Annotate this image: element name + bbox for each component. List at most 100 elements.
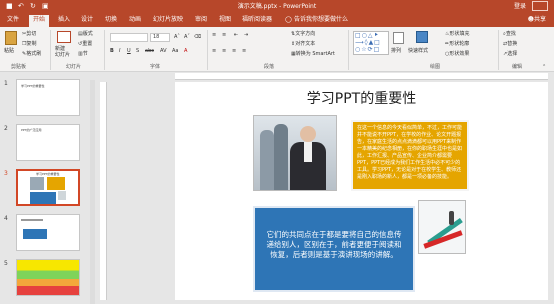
slide-thumbnail-1[interactable]: 学习PPT的重要性 bbox=[16, 79, 80, 116]
collapse-ribbon-icon[interactable]: ⌃ bbox=[542, 64, 546, 70]
section-label: 节 bbox=[82, 51, 88, 57]
paste-icon[interactable] bbox=[5, 31, 17, 45]
shape-fill-button[interactable]: ♨形状填充 bbox=[445, 31, 470, 37]
comparison-text-box[interactable]: 它们的共同点在于都是要将自己的信息传递给别人，区别在于，前者更便于阅读和恢复，后… bbox=[253, 206, 415, 292]
change-case-icon[interactable]: Aa bbox=[172, 48, 178, 54]
font-color-icon[interactable]: A bbox=[184, 48, 187, 54]
align-right-icon[interactable]: ≡ bbox=[232, 48, 236, 54]
ribbon-display-options-button[interactable] bbox=[532, 1, 548, 11]
underline-button[interactable]: U bbox=[127, 48, 131, 54]
tab-insert[interactable]: 插入 bbox=[58, 15, 70, 25]
new-slide-icon[interactable] bbox=[57, 31, 71, 43]
share-button[interactable]: ☻共享 bbox=[528, 15, 546, 25]
tab-view[interactable]: 视图 bbox=[219, 15, 231, 25]
arrange-button[interactable]: 排列 bbox=[391, 48, 401, 54]
strikethrough-button[interactable]: abc bbox=[145, 48, 154, 54]
font-size-select[interactable]: 18 bbox=[150, 33, 170, 42]
decrease-indent-icon[interactable]: ⇤ bbox=[234, 32, 238, 38]
smartart-button[interactable]: ▦转换为 SmartArt bbox=[291, 51, 335, 57]
thumbnail-title: PPT的广泛应用 bbox=[21, 128, 42, 132]
thumbnail-image bbox=[58, 191, 66, 200]
slide-thumbnail-3[interactable]: 学习PPT的重要性 bbox=[16, 169, 80, 206]
business-people-photo[interactable] bbox=[253, 115, 337, 191]
tab-home[interactable]: 开始 bbox=[29, 15, 50, 27]
smartart-label: 转换为 SmartArt bbox=[295, 51, 335, 57]
copy-label: 复制 bbox=[26, 41, 37, 47]
bold-button[interactable]: B bbox=[110, 48, 114, 54]
shrink-font-icon[interactable]: Aˇ bbox=[184, 34, 190, 40]
copy-button[interactable]: ❐复制 bbox=[22, 41, 37, 47]
thumbnail-title: 学习PPT的重要性 bbox=[36, 172, 60, 176]
lightbulb-icon: ◯ bbox=[285, 16, 292, 23]
thumbnail-line bbox=[21, 219, 43, 221]
arrows-illustration[interactable] bbox=[418, 200, 466, 254]
tab-foxit-reader[interactable]: 福昕阅读器 bbox=[242, 15, 272, 25]
align-text-label: 对齐文本 bbox=[295, 41, 316, 47]
new-slide-button[interactable]: 新建 幻灯片 bbox=[55, 46, 70, 58]
reset-button[interactable]: ↺重置 bbox=[78, 41, 92, 47]
arrange-icon[interactable] bbox=[393, 32, 404, 44]
replace-button[interactable]: ⇄替换 bbox=[503, 41, 517, 47]
clipboard-group-label: 剪贴板 bbox=[11, 64, 27, 70]
slide-thumbnail-2[interactable]: PPT的广泛应用 bbox=[16, 124, 80, 161]
italic-button[interactable]: I bbox=[119, 48, 120, 54]
reset-label: 重置 bbox=[82, 41, 93, 47]
section-button[interactable]: ▥节 bbox=[78, 51, 88, 57]
paste-button[interactable]: 粘贴 bbox=[4, 48, 14, 54]
login-link[interactable]: 登录 bbox=[514, 2, 526, 11]
tab-file[interactable]: 文件 bbox=[7, 15, 19, 25]
clear-format-icon[interactable]: ⌫ bbox=[194, 34, 201, 40]
vertical-ruler bbox=[100, 82, 107, 300]
tab-design[interactable]: 设计 bbox=[81, 15, 93, 25]
bullets-icon[interactable]: ≡ bbox=[212, 32, 216, 38]
format-painter-button[interactable]: ✎格式刷 bbox=[22, 51, 41, 57]
slide-thumbnail-4[interactable] bbox=[16, 214, 80, 251]
thumbnail-scrollbar[interactable] bbox=[90, 80, 95, 304]
increase-indent-icon[interactable]: ⇥ bbox=[244, 32, 248, 38]
tell-me-input[interactable]: 告诉我你想要做什么 bbox=[294, 15, 348, 25]
horizontal-ruler bbox=[175, 73, 548, 80]
slide-title[interactable]: 学习PPT的重要性 bbox=[175, 91, 548, 107]
slide-number: 3 bbox=[4, 170, 8, 177]
slide-thumbnail-5[interactable] bbox=[16, 259, 80, 296]
select-label: 选择 bbox=[507, 51, 518, 57]
thumbnail-shape bbox=[23, 229, 47, 239]
thumbnail-shape bbox=[30, 192, 56, 204]
thumbnail-image bbox=[30, 177, 44, 190]
grow-font-icon[interactable]: Aˆ bbox=[174, 34, 180, 40]
align-center-icon[interactable]: ≡ bbox=[222, 48, 226, 54]
numbering-icon[interactable]: ≡ bbox=[222, 32, 226, 38]
shape-effects-button[interactable]: ○形状效果 bbox=[445, 51, 469, 57]
tab-transitions[interactable]: 切换 bbox=[105, 15, 117, 25]
shadow-button[interactable]: S bbox=[136, 48, 139, 54]
slide-number: 5 bbox=[4, 260, 8, 267]
replace-label: 替换 bbox=[507, 41, 518, 47]
thumbnail-title: 学习PPT的重要性 bbox=[21, 84, 45, 88]
justify-icon[interactable]: ≡ bbox=[242, 48, 246, 54]
quick-styles-button[interactable]: 快速样式 bbox=[408, 48, 428, 54]
text-direction-button[interactable]: ⇅文字方向 bbox=[291, 31, 315, 37]
divider bbox=[50, 30, 51, 70]
char-spacing-icon[interactable]: AV bbox=[160, 48, 167, 54]
select-button[interactable]: ↗选择 bbox=[503, 51, 517, 57]
intro-text-box[interactable]: 在这一个信息的今天看似简单，不过，工作可能并不能说不开PPT，在学校的作业、论文… bbox=[351, 120, 469, 191]
cut-label: 剪切 bbox=[26, 31, 37, 37]
layout-button[interactable]: ▤版式 bbox=[78, 31, 93, 37]
align-left-icon[interactable]: ≡ bbox=[212, 48, 216, 54]
person-figure bbox=[274, 124, 288, 190]
quick-styles-icon[interactable] bbox=[416, 31, 428, 43]
tab-review[interactable]: 审阅 bbox=[195, 15, 207, 25]
shape-outline-button[interactable]: ✏形状轮廓 bbox=[445, 41, 469, 47]
find-button[interactable]: ⌕查找 bbox=[503, 31, 516, 37]
editing-group-label: 编辑 bbox=[512, 64, 523, 70]
cut-button[interactable]: ✂剪切 bbox=[22, 31, 36, 37]
tab-animations[interactable]: 动画 bbox=[129, 15, 141, 25]
shapes-gallery[interactable]: □○△⯈ ⟶◊▲□ ○☆⟳□ bbox=[353, 31, 389, 55]
slide-number: 4 bbox=[4, 215, 8, 222]
text-direction-label: 文字方向 bbox=[295, 31, 316, 37]
tab-slideshow[interactable]: 幻灯片放映 bbox=[153, 15, 183, 25]
font-name-select[interactable] bbox=[110, 33, 148, 42]
person-face bbox=[300, 126, 316, 142]
align-text-button[interactable]: ⇕对齐文本 bbox=[291, 41, 315, 47]
slide-canvas[interactable]: 学习PPT的重要性 在这一个信息的今天看似简单，不过，工作可能并不能说不开PPT… bbox=[175, 82, 548, 300]
